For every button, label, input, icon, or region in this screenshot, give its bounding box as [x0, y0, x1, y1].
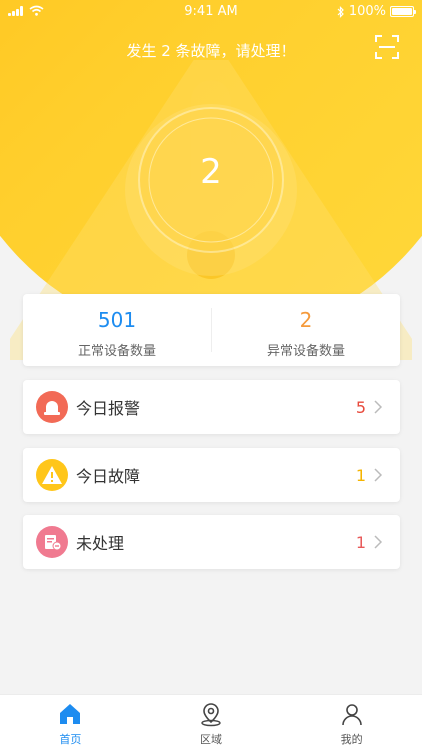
tab-bar: 首页 区域 我的 — [0, 694, 422, 750]
chevron-right-icon — [374, 468, 383, 482]
item-count: 1 — [355, 465, 366, 485]
item-count: 1 — [355, 532, 366, 552]
bluetooth-icon — [337, 5, 344, 18]
chevron-right-icon — [374, 535, 383, 549]
tab-label: 我的 — [340, 733, 363, 746]
tab-home[interactable]: 首页 — [0, 695, 141, 750]
user-icon — [341, 704, 362, 726]
tab-area[interactable]: 区域 — [141, 695, 282, 750]
item-count: 5 — [355, 397, 366, 417]
abnormal-device-label: 异常设备数量 — [266, 344, 345, 359]
alert-message: 发生 2 条故障，请处理！ — [126, 42, 296, 60]
warning-icon — [36, 459, 68, 491]
normal-device-stat: 501 正常设备数量 — [23, 294, 211, 366]
list-item-unprocessed[interactable]: 未处理 1 — [23, 515, 400, 569]
tab-label: 首页 — [59, 733, 82, 746]
normal-device-count: 501 — [97, 308, 137, 332]
list-item-today-alarms[interactable]: 今日报警 5 — [23, 380, 400, 434]
list-item-today-faults[interactable]: 今日故障 1 — [23, 448, 400, 502]
item-label: 今日报警 — [76, 399, 141, 418]
tab-label: 区域 — [200, 733, 222, 746]
item-label: 未处理 — [76, 534, 125, 553]
normal-device-label: 正常设备数量 — [77, 344, 156, 359]
scan-icon[interactable] — [374, 34, 400, 60]
abnormal-device-count: 2 — [299, 308, 313, 332]
pending-document-icon — [36, 526, 68, 558]
fault-count: 2 — [200, 152, 222, 192]
alarm-light-icon — [36, 391, 68, 423]
device-stats-card: 501 正常设备数量 2 异常设备数量 — [23, 294, 400, 366]
battery-icon — [390, 6, 416, 17]
location-pin-icon — [201, 703, 221, 727]
home-icon — [60, 704, 81, 724]
abnormal-device-stat: 2 异常设备数量 — [212, 294, 400, 366]
item-label: 今日故障 — [76, 467, 141, 486]
status-bar: 9:41 AM 100% — [0, 0, 422, 24]
tab-profile[interactable]: 我的 — [281, 695, 422, 750]
fault-count-circle: 2 — [121, 100, 301, 280]
chevron-right-icon — [374, 400, 383, 414]
battery-percent: 100% — [348, 4, 386, 19]
